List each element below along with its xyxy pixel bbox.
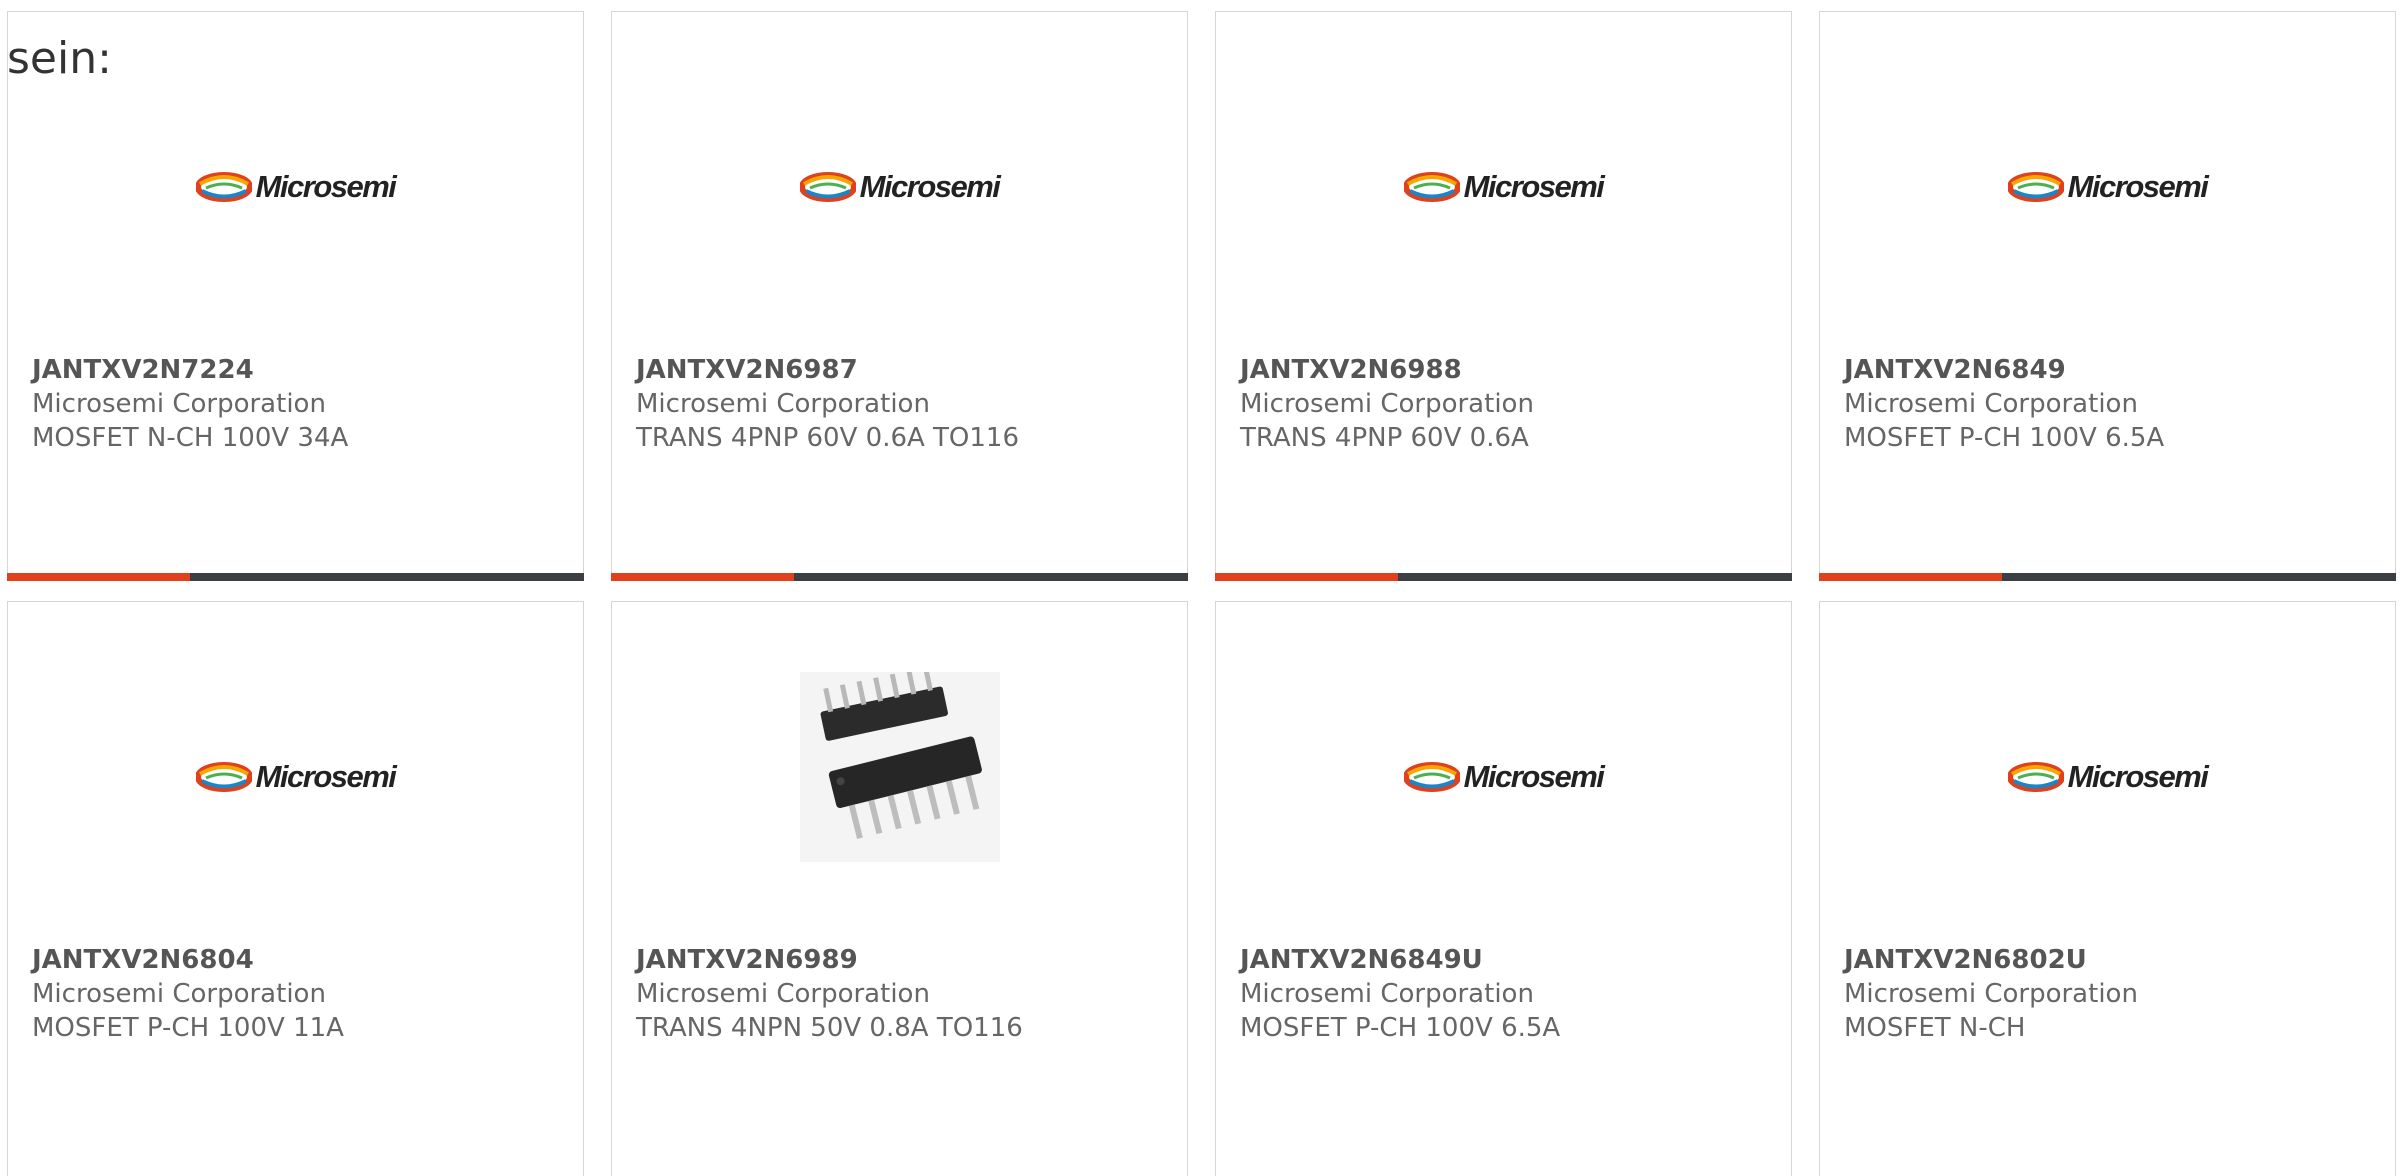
product-image: Microsemi (1820, 147, 2395, 227)
part-number[interactable]: JANTXV2N6989 (636, 943, 1023, 977)
microsemi-swoosh-icon (2007, 762, 2064, 792)
product-card[interactable]: Microsemi JANTXV2N6849 Microsemi Corpora… (1819, 11, 2396, 581)
manufacturer: Microsemi Corporation (636, 979, 930, 1009)
microsemi-swoosh-icon (195, 172, 252, 202)
manufacturer: Microsemi Corporation (1240, 389, 1534, 419)
product-card[interactable]: Microsemi JANTXV2N6849U Microsemi Corpor… (1215, 601, 1792, 1176)
manufacturer: Microsemi Corporation (32, 979, 326, 1009)
microsemi-logo: Microsemi (799, 169, 1001, 205)
microsemi-logo: Microsemi (1403, 759, 1605, 795)
card-bar (7, 573, 584, 581)
card-bar (1819, 573, 2396, 581)
part-number[interactable]: JANTXV2N6988 (1240, 353, 1534, 387)
description: MOSFET P-CH 100V 6.5A (1240, 1013, 1561, 1043)
logo-text: Microsemi (2067, 759, 2209, 794)
product-image: Microsemi (1216, 737, 1791, 817)
product-image: Microsemi (1820, 737, 2395, 817)
dip-chip-icon (799, 672, 1000, 862)
product-image (612, 672, 1187, 862)
manufacturer: Microsemi Corporation (1844, 389, 2138, 419)
logo-text: Microsemi (1463, 169, 1605, 204)
microsemi-logo: Microsemi (195, 759, 397, 795)
product-card[interactable]: Microsemi JANTXV2N6987 Microsemi Corpora… (611, 11, 1188, 581)
card-bar-accent (1215, 573, 1398, 581)
card-bar (611, 573, 1188, 581)
description: MOSFET P-CH 100V 11A (32, 1013, 344, 1043)
description: TRANS 4NPN 50V 0.8A TO116 (636, 1013, 1023, 1043)
product-card[interactable]: Microsemi JANTXV2N6802U Microsemi Corpor… (1819, 601, 2396, 1176)
description: MOSFET N-CH (1844, 1013, 2026, 1043)
logo-text: Microsemi (255, 759, 397, 794)
card-bar-accent (1819, 573, 2002, 581)
microsemi-logo: Microsemi (2007, 169, 2209, 205)
microsemi-logo: Microsemi (2007, 759, 2209, 795)
part-number[interactable]: JANTXV2N6849 (1844, 353, 2164, 387)
description: MOSFET P-CH 100V 6.5A (1844, 423, 2165, 453)
description: TRANS 4PNP 60V 0.6A (1240, 423, 1529, 453)
product-card[interactable]: Microsemi JANTXV2N7224 Microsemi Corpora… (7, 11, 584, 581)
part-number[interactable]: JANTXV2N6849U (1240, 943, 1560, 977)
product-card[interactable]: Microsemi JANTXV2N6804 Microsemi Corpora… (7, 601, 584, 1176)
product-card[interactable]: JANTXV2N6989 Microsemi Corporation TRANS… (611, 601, 1188, 1176)
section-heading: sein: (7, 33, 112, 84)
part-number[interactable]: JANTXV2N7224 (32, 353, 348, 387)
product-card[interactable]: Microsemi JANTXV2N6988 Microsemi Corpora… (1215, 11, 1792, 581)
card-bar-accent (611, 573, 794, 581)
card-bar (1215, 573, 1792, 581)
microsemi-logo: Microsemi (1403, 169, 1605, 205)
microsemi-swoosh-icon (799, 172, 856, 202)
description: TRANS 4PNP 60V 0.6A TO116 (636, 423, 1020, 453)
microsemi-logo: Microsemi (195, 169, 397, 205)
product-image: Microsemi (8, 737, 583, 817)
part-number[interactable]: JANTXV2N6987 (636, 353, 1019, 387)
logo-text: Microsemi (2067, 169, 2209, 204)
logo-text: Microsemi (1463, 759, 1605, 794)
microsemi-swoosh-icon (195, 762, 252, 792)
logo-text: Microsemi (255, 169, 397, 204)
part-number[interactable]: JANTXV2N6802U (1844, 943, 2138, 977)
manufacturer: Microsemi Corporation (32, 389, 326, 419)
product-image: Microsemi (1216, 147, 1791, 227)
product-image: Microsemi (8, 147, 583, 227)
logo-text: Microsemi (859, 169, 1001, 204)
manufacturer: Microsemi Corporation (1844, 979, 2138, 1009)
description: MOSFET N-CH 100V 34A (32, 423, 349, 453)
microsemi-swoosh-icon (2007, 172, 2064, 202)
microsemi-swoosh-icon (1403, 762, 1460, 792)
product-image: Microsemi (612, 147, 1187, 227)
manufacturer: Microsemi Corporation (636, 389, 930, 419)
card-bar-accent (7, 573, 190, 581)
part-number[interactable]: JANTXV2N6804 (32, 943, 344, 977)
microsemi-swoosh-icon (1403, 172, 1460, 202)
manufacturer: Microsemi Corporation (1240, 979, 1534, 1009)
